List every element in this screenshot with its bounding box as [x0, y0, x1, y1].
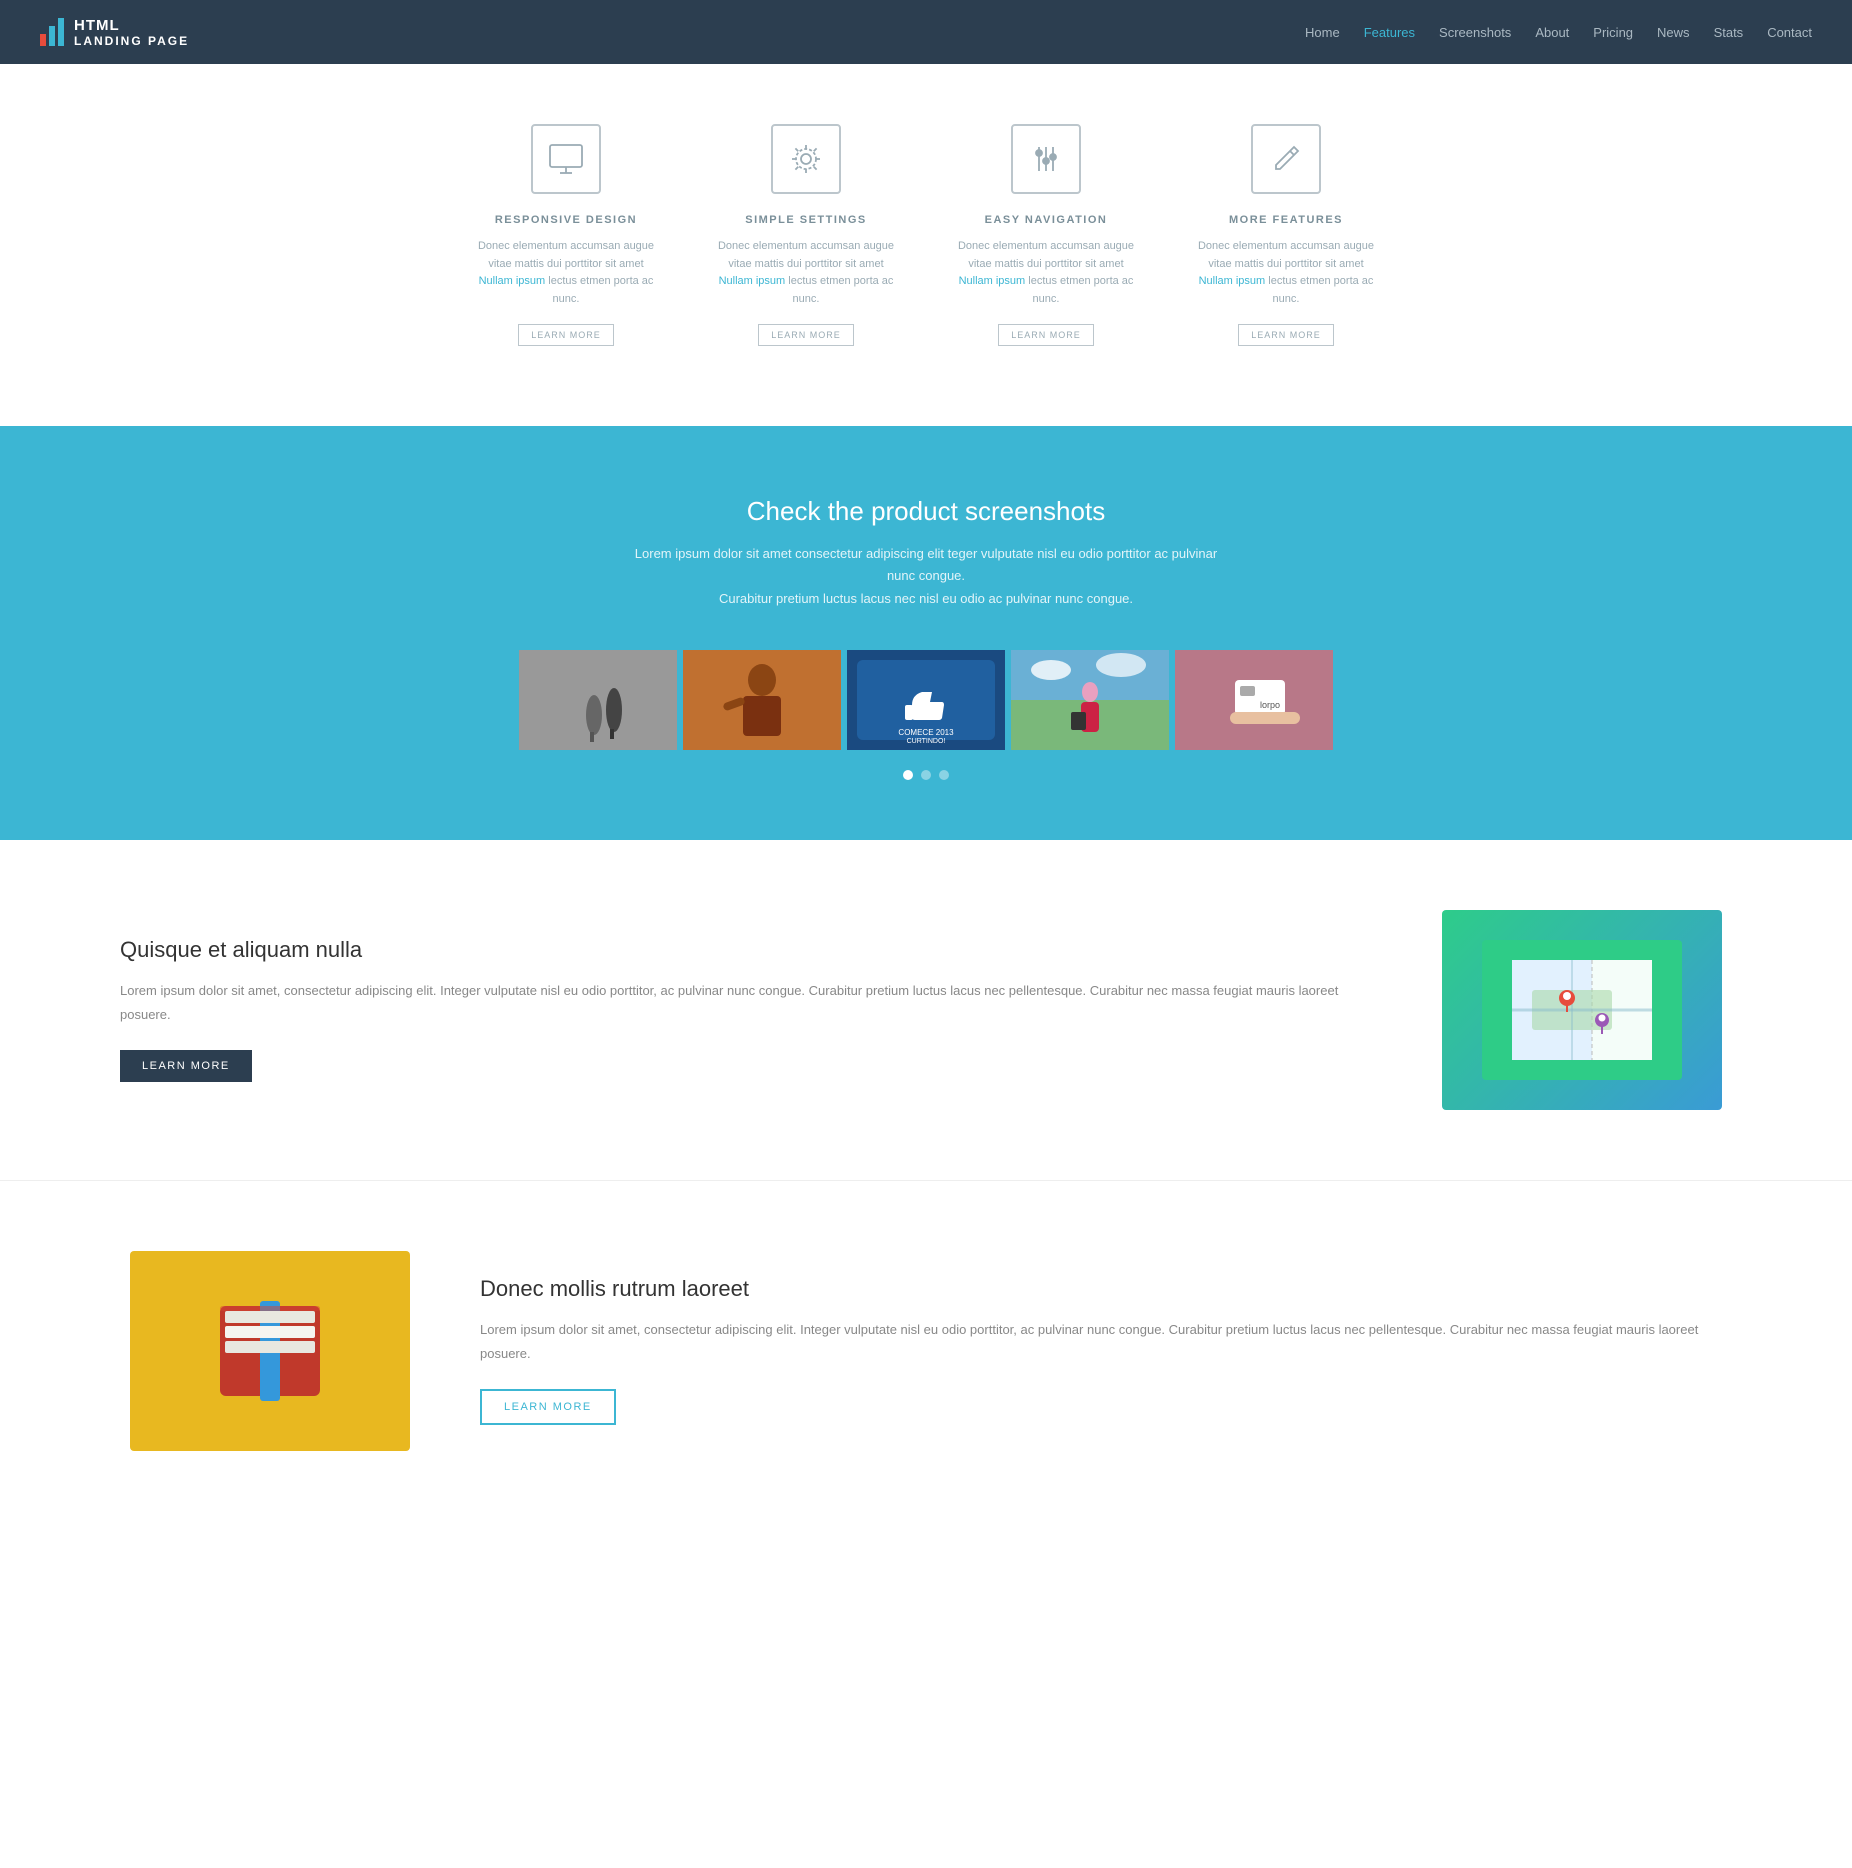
gallery-thumb-2[interactable] — [683, 650, 841, 750]
gallery-thumb-1[interactable] — [519, 650, 677, 750]
gear-icon — [771, 124, 841, 194]
content-section-2: Donec mollis rutrum laoreet Lorem ipsum … — [0, 1181, 1852, 1521]
screenshots-desc: Lorem ipsum dolor sit amet consectetur a… — [626, 543, 1226, 609]
section2-desc: Lorem ipsum dolor sit amet, consectetur … — [480, 1318, 1732, 1365]
screenshots-title: Check the product screenshots — [40, 496, 1812, 527]
feature-more: MORE FEATURES Donec elementum accumsan a… — [1196, 124, 1376, 346]
wallet-image — [130, 1251, 410, 1451]
nav-home[interactable]: Home — [1305, 25, 1340, 40]
gallery-thumb-3[interactable]: COMECE 2013 CURTINDO! — [847, 650, 1005, 750]
feature-responsive-text: Donec elementum accumsan augue vitae mat… — [476, 238, 656, 308]
nav-news[interactable]: News — [1657, 25, 1690, 40]
brand-html: HTML — [74, 17, 189, 34]
feature-settings-text: Donec elementum accumsan augue vitae mat… — [716, 238, 896, 308]
logo-icon — [40, 18, 64, 46]
brand-text: HTML LANDING PAGE — [74, 17, 189, 48]
feature-more-text: Donec elementum accumsan augue vitae mat… — [1196, 238, 1376, 308]
feature-navigation-text: Donec elementum accumsan augue vitae mat… — [956, 238, 1136, 308]
dot-1[interactable] — [903, 770, 913, 780]
nav-stats[interactable]: Stats — [1714, 25, 1744, 40]
navbar: HTML LANDING PAGE Home Features Screensh… — [0, 0, 1852, 64]
section1-btn[interactable]: LEARN MORE — [120, 1050, 252, 1082]
pencil-icon — [1251, 124, 1321, 194]
content-text-2: Donec mollis rutrum laoreet Lorem ipsum … — [480, 1276, 1732, 1425]
feature-responsive-btn[interactable]: LEARN MORE — [518, 324, 614, 346]
features-grid: RESPONSIVE DESIGN Donec elementum accums… — [476, 124, 1376, 346]
feature-responsive: RESPONSIVE DESIGN Donec elementum accums… — [476, 124, 656, 346]
svg-text:COMECE 2013: COMECE 2013 — [898, 728, 954, 737]
section2-btn[interactable]: LEARN MORE — [480, 1389, 616, 1425]
features-section: RESPONSIVE DESIGN Donec elementum accums… — [0, 64, 1852, 426]
feature-navigation-btn[interactable]: LEARN MORE — [998, 324, 1094, 346]
dot-3[interactable] — [939, 770, 949, 780]
feature-settings: SIMPLE SETTINGS Donec elementum accumsan… — [716, 124, 896, 346]
feature-navigation-title: EASY NAVIGATION — [956, 214, 1136, 226]
map-image — [1442, 910, 1722, 1110]
brand: HTML LANDING PAGE — [40, 17, 189, 48]
section1-desc: Lorem ipsum dolor sit amet, consectetur … — [120, 979, 1372, 1026]
svg-text:CURTINDO!: CURTINDO! — [907, 738, 946, 745]
screenshots-gallery: COMECE 2013 CURTINDO! — [40, 650, 1812, 750]
gallery-thumb-5[interactable]: lorpo — [1175, 650, 1333, 750]
content-section-1: Quisque et aliquam nulla Lorem ipsum dol… — [0, 840, 1852, 1180]
nav-pricing[interactable]: Pricing — [1593, 25, 1633, 40]
feature-more-title: MORE FEATURES — [1196, 214, 1376, 226]
feature-more-btn[interactable]: LEARN MORE — [1238, 324, 1334, 346]
nav-links: Home Features Screenshots About Pricing … — [1305, 25, 1812, 40]
section1-title: Quisque et aliquam nulla — [120, 937, 1372, 963]
feature-settings-title: SIMPLE SETTINGS — [716, 214, 896, 226]
gallery-thumb-4[interactable] — [1011, 650, 1169, 750]
dot-2[interactable] — [921, 770, 931, 780]
svg-text:lorpo: lorpo — [1260, 700, 1280, 710]
content-text-1: Quisque et aliquam nulla Lorem ipsum dol… — [120, 937, 1372, 1082]
feature-settings-btn[interactable]: LEARN MORE — [758, 324, 854, 346]
monitor-icon — [531, 124, 601, 194]
content-image-1 — [1432, 910, 1732, 1110]
feature-responsive-title: RESPONSIVE DESIGN — [476, 214, 656, 226]
nav-features[interactable]: Features — [1364, 25, 1415, 40]
nav-screenshots[interactable]: Screenshots — [1439, 25, 1511, 40]
brand-sub: LANDING PAGE — [74, 34, 189, 48]
nav-contact[interactable]: Contact — [1767, 25, 1812, 40]
section2-title: Donec mollis rutrum laoreet — [480, 1276, 1732, 1302]
feature-navigation: EASY NAVIGATION Donec elementum accumsan… — [956, 124, 1136, 346]
carousel-dots — [40, 770, 1812, 780]
content-image-2 — [120, 1251, 420, 1451]
nav-about[interactable]: About — [1535, 25, 1569, 40]
sliders-icon — [1011, 124, 1081, 194]
screenshots-section: Check the product screenshots Lorem ipsu… — [0, 426, 1852, 839]
